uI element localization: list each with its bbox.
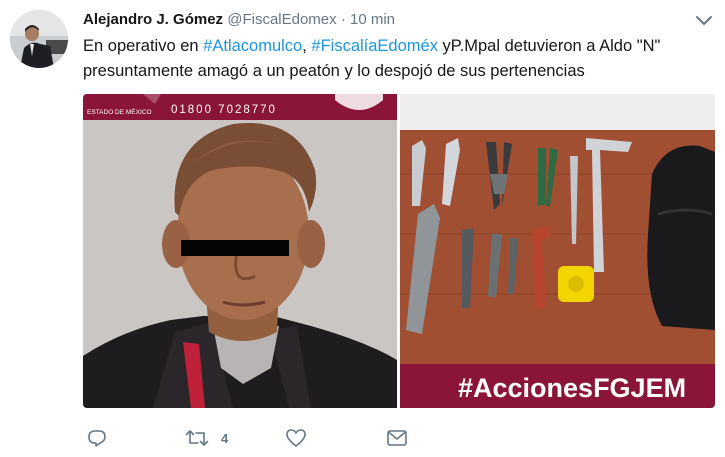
heart-icon	[286, 429, 306, 447]
author-name[interactable]: Alejandro J. Gómez	[83, 11, 223, 28]
retweet-icon	[185, 430, 209, 446]
tweet-timestamp[interactable]: 10 min	[350, 11, 395, 28]
reply-button[interactable]	[87, 426, 119, 450]
avatar[interactable]	[10, 10, 68, 68]
tweet-header: Alejandro J. Gómez @FiscalEdomex · 10 mi…	[83, 10, 395, 30]
media-photo-suspect[interactable]: ESTADO DE MÉXICO 01800 7028770	[83, 94, 397, 408]
tweet-actions: 4	[83, 426, 483, 450]
tweet-media: ESTADO DE MÉXICO 01800 7028770 #Acciones…	[83, 94, 715, 408]
backpack-icon	[647, 145, 715, 330]
tweet-text: En operativo en #Atlacomulco, #FiscalíaE…	[83, 34, 713, 84]
banner-state-label: ESTADO DE MÉXICO	[87, 107, 152, 116]
reply-icon	[88, 430, 106, 447]
direct-message-button[interactable]	[386, 426, 408, 450]
envelope-icon	[387, 430, 407, 446]
censor-bar	[181, 240, 289, 256]
avatar-photo	[10, 10, 68, 68]
media-photo-seized-items[interactable]: #AccionesFGJEM	[400, 94, 715, 408]
separator-dot: ·	[340, 11, 346, 28]
hashtag-atlacomulco[interactable]: #Atlacomulco	[203, 37, 302, 55]
retweet-button[interactable]: 4	[185, 426, 228, 450]
like-button[interactable]	[285, 426, 319, 450]
author-handle[interactable]: @FiscalEdomex	[227, 11, 336, 28]
banner-hashtag-acciones-fgjem: #AccionesFGJEM	[458, 373, 686, 403]
retweet-count: 4	[221, 430, 229, 446]
banner-phone-number: 01800 7028770	[171, 104, 277, 116]
chevron-down-icon[interactable]	[694, 12, 714, 28]
tweet-text-part: En operativo en	[83, 37, 204, 55]
hashtag-fiscalia-edomex[interactable]: #FiscalíaEdoméx	[311, 37, 438, 55]
